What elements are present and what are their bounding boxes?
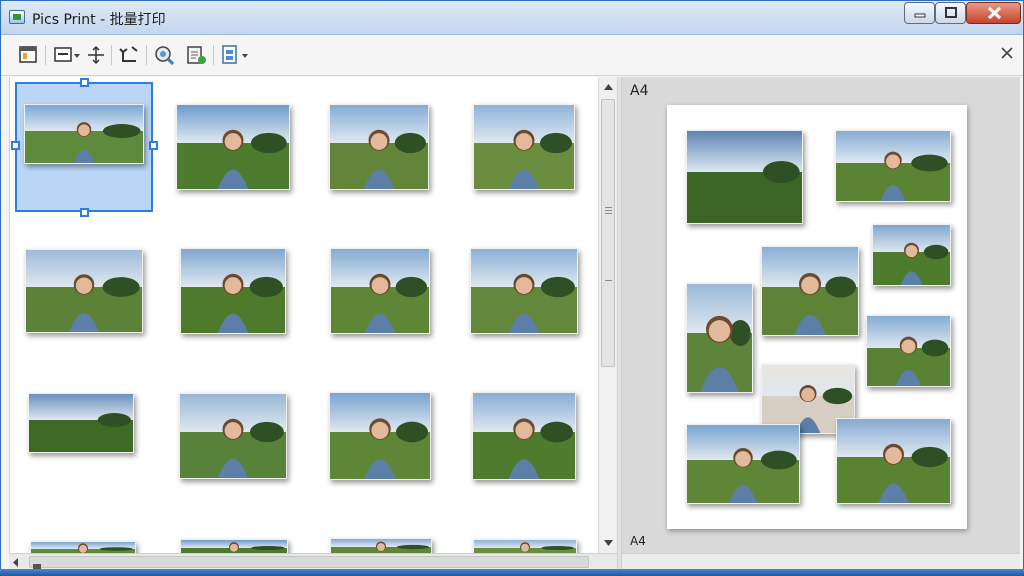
photo-thumbnail[interactable] xyxy=(470,248,578,334)
photo-thumbnail[interactable] xyxy=(330,538,432,553)
toolbar-separator xyxy=(45,45,46,65)
page-layout-button[interactable] xyxy=(220,43,252,67)
chevron-down-icon xyxy=(604,540,613,546)
photo-thumbnail[interactable] xyxy=(330,248,430,334)
search-button[interactable] xyxy=(153,43,177,67)
close-button[interactable] xyxy=(966,2,1021,24)
layout-photo[interactable] xyxy=(866,315,951,387)
photo-thumbnail[interactable] xyxy=(180,248,286,334)
toolbar-separator xyxy=(213,45,214,65)
rotate-button[interactable] xyxy=(118,43,142,67)
title-bar: Pics Print - 批量打印 xyxy=(1,1,1023,35)
scroll-down-button[interactable] xyxy=(599,533,618,553)
photo-thumbnail[interactable] xyxy=(24,104,144,164)
scroll-up-button[interactable] xyxy=(599,77,618,97)
app-window: Pics Print - 批量打印 A4 A4 xyxy=(0,0,1024,576)
photo-thumbnail[interactable] xyxy=(179,393,287,479)
layout-photo[interactable] xyxy=(686,283,753,393)
scroll-grip xyxy=(605,213,612,214)
vertical-scrollbar[interactable] xyxy=(598,77,618,553)
toolbar-separator xyxy=(146,45,147,65)
resize-handle-bottom[interactable] xyxy=(80,208,89,217)
layout-button[interactable] xyxy=(17,43,39,67)
photo-thumbnail[interactable] xyxy=(329,104,429,190)
layout-photo[interactable] xyxy=(686,130,803,224)
resize-handle-top[interactable] xyxy=(80,78,89,87)
taskbar xyxy=(0,569,1024,576)
app-icon xyxy=(9,10,25,24)
search-icon xyxy=(155,46,175,66)
print-preview-pane: A4 A4 xyxy=(622,77,1020,553)
page-layout-icon xyxy=(222,45,248,64)
photo-thumbnail[interactable] xyxy=(30,541,136,553)
minimize-icon xyxy=(914,13,926,18)
thumbnail-grid xyxy=(9,77,599,553)
view-menu-icon xyxy=(54,47,80,62)
toolbar-close-button[interactable] xyxy=(998,44,1016,62)
rotate-icon xyxy=(119,46,138,62)
minimize-button[interactable] xyxy=(904,2,935,24)
chevron-up-icon xyxy=(604,84,613,90)
scroll-grip xyxy=(605,210,612,211)
layout-photo[interactable] xyxy=(836,418,951,504)
photo-thumbnail[interactable] xyxy=(472,392,576,480)
photo-thumbnail[interactable] xyxy=(176,104,290,190)
print-settings-icon xyxy=(187,46,206,64)
toolbar xyxy=(1,35,1023,76)
paper-size-label-bottom: A4 xyxy=(630,534,646,548)
photo-thumbnail[interactable] xyxy=(473,104,575,190)
photo-thumbnail[interactable] xyxy=(329,392,431,480)
close-icon xyxy=(987,6,1002,20)
photo-thumbnail[interactable] xyxy=(180,539,288,553)
scroll-thumb[interactable] xyxy=(601,99,615,367)
resize-handle-left[interactable] xyxy=(11,141,20,150)
photo-thumbnail[interactable] xyxy=(28,393,134,453)
maximize-button[interactable] xyxy=(935,2,966,24)
layout-photo[interactable] xyxy=(835,130,951,202)
photo-thumbnail[interactable] xyxy=(473,539,577,553)
window-title: Pics Print - 批量打印 xyxy=(32,12,166,28)
resize-handle-right[interactable] xyxy=(149,141,158,150)
fit-icon xyxy=(88,45,104,65)
paper-size-label: A4 xyxy=(630,83,649,99)
a4-page xyxy=(667,105,967,529)
layout-photo[interactable] xyxy=(872,224,951,286)
view-menu-button[interactable] xyxy=(53,43,83,67)
layout-icon xyxy=(19,46,37,63)
scroll-grip xyxy=(605,207,612,208)
scroll-grip xyxy=(605,280,612,281)
layout-photo[interactable] xyxy=(686,424,800,504)
print-settings-button[interactable] xyxy=(185,43,209,67)
fit-button[interactable] xyxy=(85,43,107,67)
scroll-thumb[interactable] xyxy=(29,556,589,569)
photo-thumbnail[interactable] xyxy=(25,249,143,333)
toolbar-separator xyxy=(111,45,112,65)
maximize-icon xyxy=(945,7,957,18)
close-icon xyxy=(1001,47,1013,59)
layout-photo[interactable] xyxy=(761,246,859,336)
